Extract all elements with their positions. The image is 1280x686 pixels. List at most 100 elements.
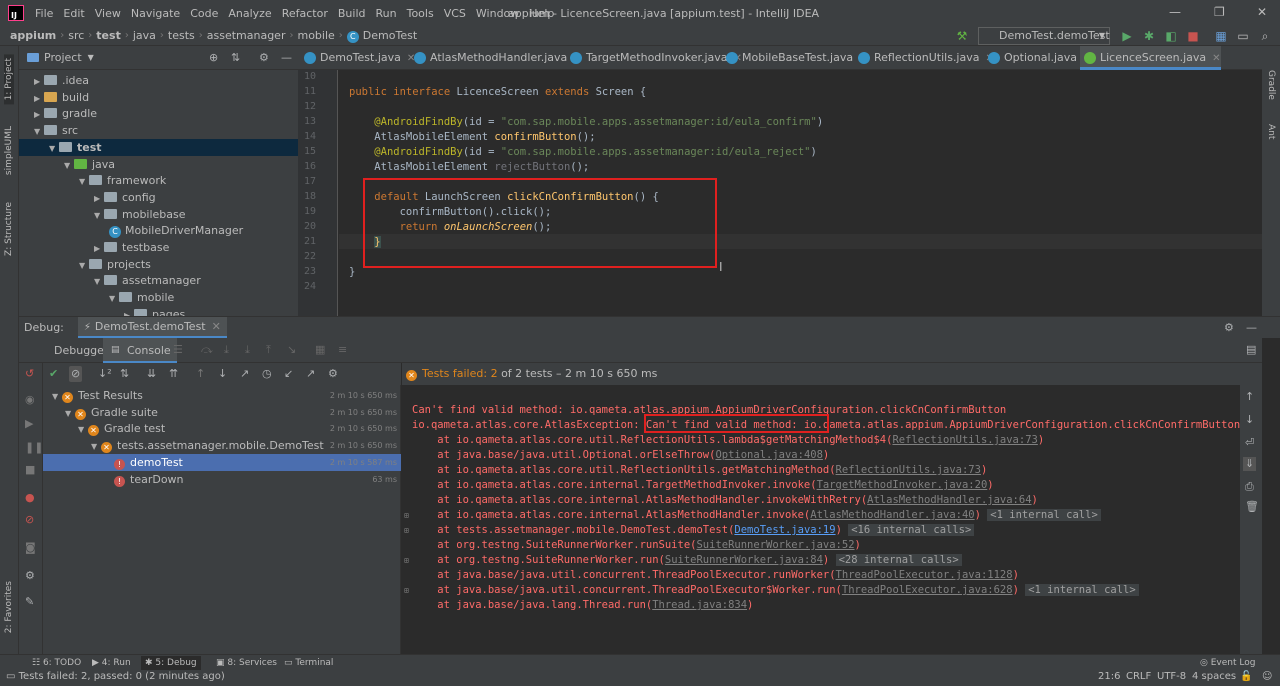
open-icon[interactable]: ↗ xyxy=(306,368,315,380)
internal-calls-chip[interactable]: <1 internal call> xyxy=(1025,584,1139,596)
source-link[interactable]: Optional.java:408 xyxy=(715,449,822,461)
project-tree-item[interactable]: ▶ config xyxy=(94,189,156,206)
tab-debugger[interactable]: Debugger xyxy=(54,338,108,363)
chevron-right-icon[interactable]: ▶ xyxy=(34,106,44,123)
expand-all-icon[interactable]: ⇊ xyxy=(147,368,156,380)
previous-failed-icon[interactable]: ↑ xyxy=(196,368,205,380)
project-tree-item[interactable]: ▼ assetmanager xyxy=(94,272,201,289)
down-arrow-icon[interactable]: ↓ xyxy=(1245,414,1254,426)
locate-icon[interactable]: ⊕ xyxy=(209,52,218,64)
sort-alpha-icon[interactable]: ↓² xyxy=(98,368,112,380)
source-link[interactable]: AtlasMethodHandler.java:64 xyxy=(867,494,1031,506)
source-link[interactable]: ReflectionUtils.java:73 xyxy=(836,464,981,476)
lock-icon[interactable]: 🔓 xyxy=(1240,671,1252,682)
breadcrumb-mobile[interactable]: mobile xyxy=(293,29,338,42)
editor-tab[interactable]: TargetMethodInvoker.java✕ xyxy=(566,46,742,70)
file-encoding[interactable]: UTF-8 xyxy=(1157,671,1186,682)
editor-tab[interactable]: ReflectionUtils.java✕ xyxy=(854,46,994,70)
fold-icon[interactable]: ⊞ xyxy=(404,553,409,568)
sort-duration-icon[interactable]: ⇅ xyxy=(120,368,129,380)
project-structure-icon[interactable]: ▦ xyxy=(1214,29,1228,43)
source-link[interactable]: ThreadPoolExecutor.java:628 xyxy=(842,584,1013,596)
fold-icon[interactable]: ⊞ xyxy=(404,523,409,538)
test-result-item[interactable]: ! demoTest 2 m 10 s 587 ms xyxy=(43,453,401,471)
rerun-failed-icon[interactable]: ↺ xyxy=(25,368,34,380)
project-panel-title[interactable]: Project xyxy=(44,51,82,64)
breadcrumb-appium[interactable]: appium xyxy=(0,29,60,42)
hide-icon[interactable]: — xyxy=(281,52,292,64)
tool-window-simpleuml[interactable]: simpleUML xyxy=(4,126,14,175)
project-tree-item[interactable]: ▶ gradle xyxy=(34,105,97,122)
tab-console[interactable]: ▤ Console xyxy=(103,338,177,363)
tool-tab-todo[interactable]: ☷ 6: TODO xyxy=(28,656,85,670)
source-link[interactable]: SuiteRunnerWorker.java:84 xyxy=(665,554,823,566)
stop-icon[interactable]: ■ xyxy=(1186,29,1200,43)
menu-tools[interactable]: Tools xyxy=(402,7,439,20)
hammer-build-icon[interactable]: ⚒ xyxy=(955,29,969,43)
search-everywhere-icon[interactable]: ⌕ xyxy=(1258,29,1272,43)
test-result-item[interactable]: ▼ ✕ tests.assetmanager.mobile.DemoTest 2 m … xyxy=(43,437,401,454)
chevron-down-icon[interactable]: ▼ xyxy=(52,388,62,405)
eye-icon[interactable]: ◉ xyxy=(25,394,35,406)
test-result-item[interactable]: ▼ ✕ Gradle suite 2 m 10 s 650 ms xyxy=(43,404,401,421)
collapse-all-icon[interactable]: ⇈ xyxy=(169,368,178,380)
gear-icon[interactable]: ⚙ xyxy=(328,368,338,380)
project-tree-item[interactable]: ▶ build xyxy=(34,89,89,106)
trash-icon[interactable]: 🗑 xyxy=(1245,501,1259,513)
up-arrow-icon[interactable]: ↑ xyxy=(1245,391,1254,403)
test-result-item[interactable]: ! tearDown 63 ms xyxy=(43,471,401,488)
project-tree-item[interactable]: ▼ framework xyxy=(79,172,166,189)
step-into-icon[interactable]: ⤓ xyxy=(224,344,229,356)
line-separator[interactable]: CRLF xyxy=(1126,671,1151,682)
source-link[interactable]: ThreadPoolExecutor.java:1128 xyxy=(836,569,1013,581)
internal-calls-chip[interactable]: <1 internal call> xyxy=(987,509,1101,521)
chevron-down-icon[interactable]: ▼ xyxy=(65,405,75,422)
chevron-down-icon[interactable]: ▼ xyxy=(91,438,101,455)
show-ignored-icon[interactable]: ⊘ xyxy=(69,366,83,382)
tool-window-gradle[interactable]: Gradle xyxy=(1266,70,1276,100)
run-to-cursor-icon[interactable]: ↘ xyxy=(287,344,296,356)
menu-code[interactable]: Code xyxy=(185,7,223,20)
print-icon[interactable]: ⎙ xyxy=(1245,481,1254,493)
debug-session-tab[interactable]: ⚡ DemoTest.demoTest ✕ xyxy=(77,317,227,338)
pin-icon[interactable]: ✎ xyxy=(25,596,34,608)
project-tree-item[interactable]: ▼ test xyxy=(19,138,298,157)
tool-window-ant[interactable]: Ant xyxy=(1266,124,1276,139)
menu-refactor[interactable]: Refactor xyxy=(277,7,333,20)
breadcrumb-test[interactable]: test xyxy=(92,29,125,42)
project-tree-item[interactable]: ▼ java xyxy=(64,156,115,173)
chevron-right-icon[interactable]: ▶ xyxy=(94,190,104,207)
internal-calls-chip[interactable]: <16 internal calls> xyxy=(848,524,975,536)
chevron-right-icon[interactable]: ▶ xyxy=(94,240,104,257)
console-output[interactable]: Can't find valid method: io.qameta.atlas… xyxy=(402,385,1240,654)
source-link[interactable]: ReflectionUtils.java:73 xyxy=(892,434,1037,446)
maximize-icon[interactable]: ❐ xyxy=(1214,5,1225,19)
debug-icon[interactable]: ✱ xyxy=(1142,29,1156,43)
collapse-all-icon[interactable]: ⇅ xyxy=(231,52,240,64)
step-out-icon[interactable]: ⤒ xyxy=(266,344,271,356)
menu-build[interactable]: Build xyxy=(333,7,371,20)
tool-tab-debug[interactable]: ✱ 5: Debug xyxy=(141,656,201,670)
editor-tab[interactable]: DemoTest.java ✕ xyxy=(300,46,415,70)
code-editor[interactable]: public interface LicenceScreen extends S… xyxy=(339,70,1262,316)
camera-icon[interactable]: ◙ xyxy=(25,542,36,554)
breakpoints-icon[interactable]: ● xyxy=(25,492,35,504)
export-icon[interactable]: ↙ xyxy=(284,368,293,380)
inspector-icon[interactable]: ☺ xyxy=(1262,671,1272,682)
tool-window-structure[interactable]: Z: Structure xyxy=(4,202,14,256)
caret-position[interactable]: 21:6 xyxy=(1098,671,1120,682)
close-icon[interactable]: ✕ xyxy=(1257,5,1267,19)
chevron-right-icon[interactable]: ▶ xyxy=(34,90,44,107)
minimize-icon[interactable]: — xyxy=(1169,5,1181,19)
coverage-icon[interactable]: ◧ xyxy=(1164,29,1178,43)
breadcrumb-tests[interactable]: tests xyxy=(164,29,199,42)
test-result-item[interactable]: ▼ ✕ Test Results 2 m 10 s 650 ms xyxy=(43,387,401,404)
tool-window-favorites[interactable]: 2: Favorites xyxy=(4,581,14,633)
show-passed-icon[interactable]: ✔ xyxy=(49,368,58,380)
chevron-right-icon[interactable]: ▶ xyxy=(34,73,44,90)
chevron-down-icon[interactable]: ▼ xyxy=(49,140,59,157)
close-icon[interactable]: ✕ xyxy=(1212,53,1220,64)
menu-edit[interactable]: Edit xyxy=(58,7,89,20)
project-tree-item[interactable]: ▶ .idea xyxy=(34,72,89,89)
menu-lines-icon[interactable]: ☰ xyxy=(173,344,183,356)
